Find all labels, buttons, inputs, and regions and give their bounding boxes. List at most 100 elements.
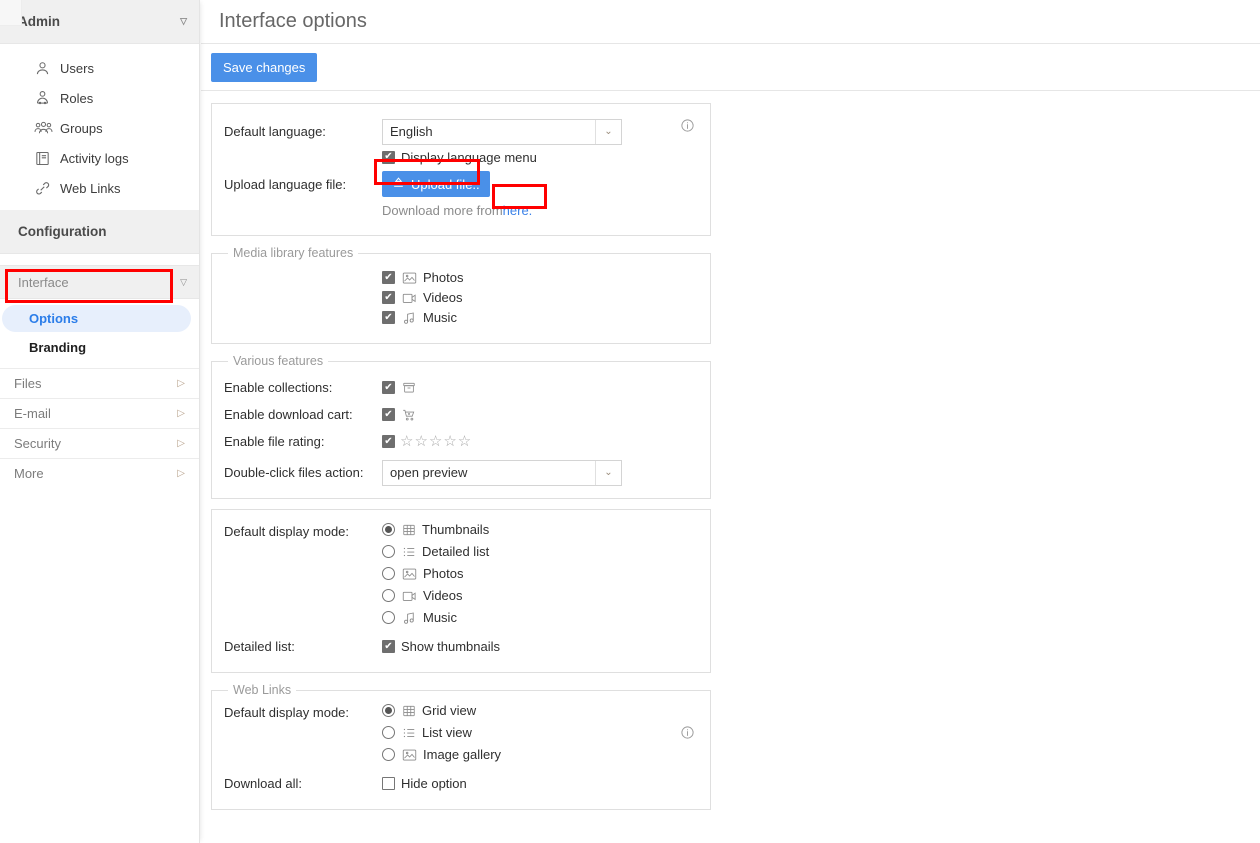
double-click-action-label: Double-click files action: <box>224 465 382 480</box>
sidebar-section-more-label: More <box>14 466 44 481</box>
display-mode-row: Default display mode: Thumbnails <box>224 522 696 625</box>
sidebar-item-users[interactable]: Users <box>0 53 199 83</box>
default-language-value: English <box>383 120 595 144</box>
enable-file-rating-label: Enable file rating: <box>224 434 382 449</box>
upload-icon <box>392 176 405 192</box>
settings-panels: Default language: English ⌄ ✔ Display la… <box>201 91 1260 810</box>
upload-language-file-row: Upload language file: Upload file.. <box>224 169 696 199</box>
music-checkbox[interactable]: ✔ <box>382 311 395 324</box>
language-panel: Default language: English ⌄ ✔ Display la… <box>211 103 711 236</box>
photos-checkbox[interactable]: ✔ <box>382 271 395 284</box>
toolbar: Save changes <box>201 44 1260 91</box>
sidebar-section-files[interactable]: Files ▷ <box>0 368 199 398</box>
sidebar-group-admin[interactable]: Admin ▽ <box>0 0 199 44</box>
double-click-action-select[interactable]: open preview ⌄ <box>382 460 622 486</box>
sidebar-section-interface[interactable]: Interface ▽ <box>0 265 199 299</box>
list-view-radio[interactable] <box>382 726 395 739</box>
save-changes-button[interactable]: Save changes <box>211 53 317 82</box>
videos-radio[interactable] <box>382 589 395 602</box>
detailed-list-label: Detailed list <box>422 544 489 559</box>
double-click-action-row: Double-click files action: open preview … <box>224 459 696 486</box>
display-option-music[interactable]: Music <box>382 610 489 625</box>
download-more-text: Download more from <box>382 203 503 218</box>
sidebar-item-activity-logs[interactable]: Activity logs <box>0 143 199 173</box>
list-icon <box>402 726 416 740</box>
weblinks-option-image-gallery[interactable]: Image gallery <box>382 747 501 762</box>
photos-label: Photos <box>423 270 463 285</box>
display-mode-panel: Default display mode: Thumbnails <box>211 509 711 673</box>
sidebar-section-security-label: Security <box>14 436 61 451</box>
info-icon[interactable] <box>680 118 695 136</box>
role-icon <box>34 90 60 107</box>
sidebar-item-web-links-label: Web Links <box>60 181 120 196</box>
display-option-photos[interactable]: Photos <box>382 566 489 581</box>
upload-file-button[interactable]: Upload file.. <box>382 171 490 197</box>
sidebar-item-branding[interactable]: Branding <box>0 333 199 362</box>
music-icon <box>402 311 417 325</box>
enable-collections-row: Enable collections: ✔ <box>224 374 696 401</box>
music-icon <box>402 611 417 625</box>
display-option-thumbnails[interactable]: Thumbnails <box>382 522 489 537</box>
collection-box-icon <box>402 381 416 395</box>
sidebar-section-email-label: E-mail <box>14 406 51 421</box>
weblinks-option-grid-view[interactable]: Grid view <box>382 703 501 718</box>
sidebar-nav-list: Users Roles <box>0 44 199 210</box>
display-language-menu-row: ✔ Display language menu <box>224 145 696 169</box>
sidebar-section-more[interactable]: More ▷ <box>0 458 199 488</box>
book-icon <box>34 150 60 167</box>
enable-download-cart-checkbox[interactable]: ✔ <box>382 408 395 421</box>
sidebar-section-email[interactable]: E-mail ▷ <box>0 398 199 428</box>
page-title: Interface options <box>201 0 1260 44</box>
media-option-photos[interactable]: ✔ Photos <box>382 270 696 285</box>
detailed-list-row: Detailed list: ✔ Show thumbnails <box>224 633 696 660</box>
hide-option-label: Hide option <box>401 776 467 791</box>
rating-stars[interactable]: ☆☆☆☆☆ <box>400 434 472 449</box>
enable-file-rating-row: Enable file rating: ✔ ☆☆☆☆☆ <box>224 428 696 455</box>
music-radio[interactable] <box>382 611 395 624</box>
videos-label: Videos <box>423 290 463 305</box>
video-icon <box>402 589 417 603</box>
weblinks-option-list-view[interactable]: List view <box>382 725 501 740</box>
sidebar-spacer <box>0 254 199 265</box>
weblinks-display-mode-row: Default display mode: Grid view <box>224 703 696 762</box>
chevron-down-icon[interactable]: ⌄ <box>595 120 621 144</box>
show-thumbnails-checkbox[interactable]: ✔ <box>382 640 395 653</box>
download-more-here-link[interactable]: here. <box>503 203 533 218</box>
link-icon <box>34 180 60 197</box>
grid-icon <box>402 523 416 537</box>
media-library-legend: Media library features <box>228 246 358 260</box>
detailed-list-radio[interactable] <box>382 545 395 558</box>
sidebar-section-security[interactable]: Security ▷ <box>0 428 199 458</box>
info-icon[interactable] <box>680 725 695 743</box>
thumbnails-radio[interactable] <box>382 523 395 536</box>
app-root: Admin ▽ Users <box>0 0 1260 843</box>
media-option-videos[interactable]: ✔ Videos <box>382 290 696 305</box>
photos-radio[interactable] <box>382 567 395 580</box>
chevron-right-icon: ▷ <box>177 469 185 479</box>
sidebar-group-configuration[interactable]: Configuration <box>0 210 199 254</box>
default-language-row: Default language: English ⌄ <box>224 118 696 145</box>
default-language-select[interactable]: English ⌄ <box>382 119 622 145</box>
various-features-legend: Various features <box>228 354 328 368</box>
enable-file-rating-checkbox[interactable]: ✔ <box>382 435 395 448</box>
weblinks-panel: Web Links Default display mode: <box>211 683 711 810</box>
photo-icon <box>402 271 417 285</box>
videos-checkbox[interactable]: ✔ <box>382 291 395 304</box>
sidebar-item-groups[interactable]: Groups <box>0 113 199 143</box>
display-language-menu-checkbox[interactable]: ✔ <box>382 151 395 164</box>
sidebar-item-web-links[interactable]: Web Links <box>0 173 199 203</box>
display-option-detailed-list[interactable]: Detailed list <box>382 544 489 559</box>
hide-option-checkbox[interactable] <box>382 777 395 790</box>
chevron-down-icon[interactable]: ⌄ <box>595 461 621 485</box>
sidebar-item-options[interactable]: Options <box>0 304 199 333</box>
chevron-down-icon: ▽ <box>180 17 187 26</box>
image-gallery-radio[interactable] <box>382 748 395 761</box>
media-option-music[interactable]: ✔ Music <box>382 310 696 325</box>
download-all-row: Download all: Hide option <box>224 770 696 797</box>
sidebar-item-roles[interactable]: Roles <box>0 83 199 113</box>
grid-view-radio[interactable] <box>382 704 395 717</box>
chevron-down-icon: ▽ <box>180 278 187 287</box>
enable-download-cart-row: Enable download cart: ✔ <box>224 401 696 428</box>
enable-collections-checkbox[interactable]: ✔ <box>382 381 395 394</box>
display-option-videos[interactable]: Videos <box>382 588 489 603</box>
